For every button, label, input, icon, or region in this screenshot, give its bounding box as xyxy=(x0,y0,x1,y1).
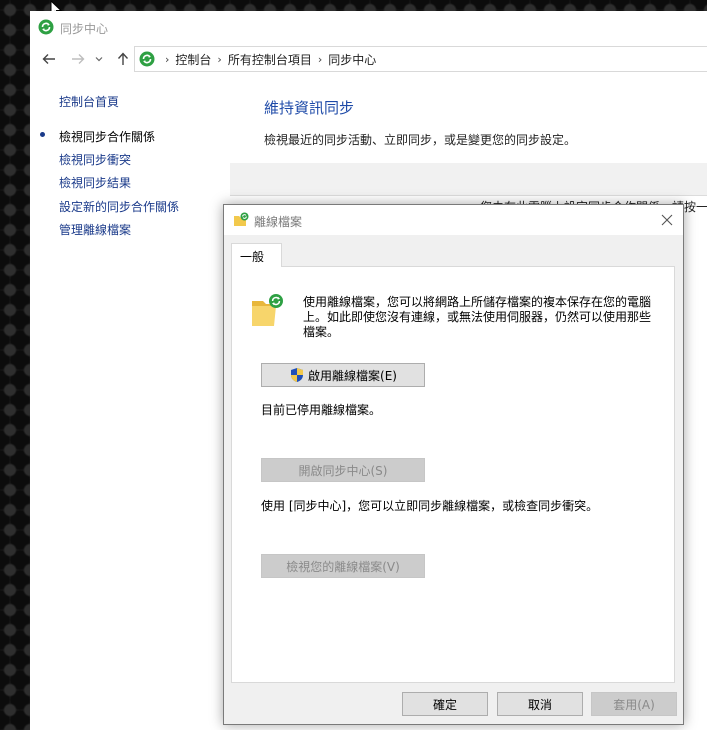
window-titlebar: 同步中心 xyxy=(30,11,707,43)
command-toolbar xyxy=(230,163,707,196)
sidebar-item-setup-partnership[interactable]: 設定新的同步合作關係 xyxy=(59,198,179,215)
address-bar[interactable]: › 控制台 › 所有控制台項目 › 同步中心 xyxy=(134,46,707,72)
tab-general-label: 一般 xyxy=(240,250,265,264)
sidebar-item-manage-offline-files[interactable]: 管理離線檔案 xyxy=(59,221,131,238)
chevron-right-icon: › xyxy=(165,52,170,66)
dialog-close-button[interactable] xyxy=(657,210,677,230)
forward-button[interactable] xyxy=(69,50,87,68)
sidebar-item-view-conflicts[interactable]: 檢視同步衝突 xyxy=(59,151,131,168)
dialog-titlebar: 離線檔案 xyxy=(224,205,683,235)
chevron-right-icon: › xyxy=(317,52,323,66)
active-bullet xyxy=(40,132,45,137)
ok-button-label: 確定 xyxy=(432,697,457,712)
recent-dropdown-icon xyxy=(95,57,103,62)
open-sync-center-label: 開啟同步中心(S) xyxy=(298,463,388,478)
sidebar-home-link[interactable]: 控制台首頁 xyxy=(59,93,119,110)
page-title: 維持資訊同步 xyxy=(264,99,355,117)
breadcrumb-all-items[interactable]: 所有控制台項目 xyxy=(228,51,312,68)
chevron-right-icon: › xyxy=(217,52,222,66)
sync-center-info-text: 使用 [同步中心]，您可以立即同步離線檔案，或檢查同步衝突。 xyxy=(261,499,599,513)
view-offline-files-button[interactable]: 檢視您的離線檔案(V) xyxy=(261,554,425,578)
sync-center-icon xyxy=(38,19,54,35)
uac-shield-icon xyxy=(289,367,305,383)
offline-status-text: 目前已停用離線檔案。 xyxy=(261,403,382,417)
sidebar-item-view-partnerships[interactable]: 檢視同步合作關係 xyxy=(59,128,155,145)
up-arrow-icon xyxy=(117,52,129,65)
forward-arrow-icon xyxy=(72,54,85,64)
offline-files-dialog: 離線檔案 一般 使用離線檔案，您可以將網路上所儲存檔案的複本保存在您的電腦上。如… xyxy=(223,204,684,725)
page-description: 檢視最近的同步活動、立即同步，或是變更您的同步設定。 xyxy=(264,133,577,147)
offline-files-icon xyxy=(252,294,283,326)
up-button[interactable] xyxy=(114,50,132,68)
offline-files-icon xyxy=(234,212,249,226)
tab-general[interactable]: 一般 xyxy=(231,243,282,267)
navigation-bar: › 控制台 › 所有控制台項目 › 同步中心 xyxy=(30,43,707,75)
dialog-title: 離線檔案 xyxy=(254,215,303,229)
sync-center-icon xyxy=(139,51,155,67)
breadcrumb-sync-center[interactable]: 同步中心 xyxy=(328,51,376,68)
back-button[interactable] xyxy=(40,50,58,68)
cancel-button[interactable]: 取消 xyxy=(497,692,583,716)
cancel-button-label: 取消 xyxy=(527,697,552,712)
view-offline-files-label: 檢視您的離線檔案(V) xyxy=(286,559,400,574)
offline-files-description: 使用離線檔案，您可以將網路上所儲存檔案的複本保存在您的電腦上。如此即使您沒有連線… xyxy=(303,295,652,339)
window-title: 同步中心 xyxy=(60,22,109,36)
enable-offline-files-label: 啟用離線檔案(E) xyxy=(308,368,397,383)
recent-locations-button[interactable] xyxy=(93,50,105,68)
close-icon xyxy=(661,214,673,226)
open-sync-center-button[interactable]: 開啟同步中心(S) xyxy=(261,458,425,482)
back-arrow-icon xyxy=(42,54,55,64)
apply-button[interactable]: 套用(A) xyxy=(591,692,677,716)
apply-button-label: 套用(A) xyxy=(613,697,655,712)
enable-offline-files-button[interactable]: 啟用離線檔案(E) xyxy=(261,363,425,387)
general-tab-panel: 使用離線檔案，您可以將網路上所儲存檔案的複本保存在您的電腦上。如此即使您沒有連線… xyxy=(231,266,675,683)
sidebar-item-view-results[interactable]: 檢視同步結果 xyxy=(59,174,131,191)
breadcrumb-control-panel[interactable]: 控制台 xyxy=(175,51,211,68)
ok-button[interactable]: 確定 xyxy=(402,692,488,716)
